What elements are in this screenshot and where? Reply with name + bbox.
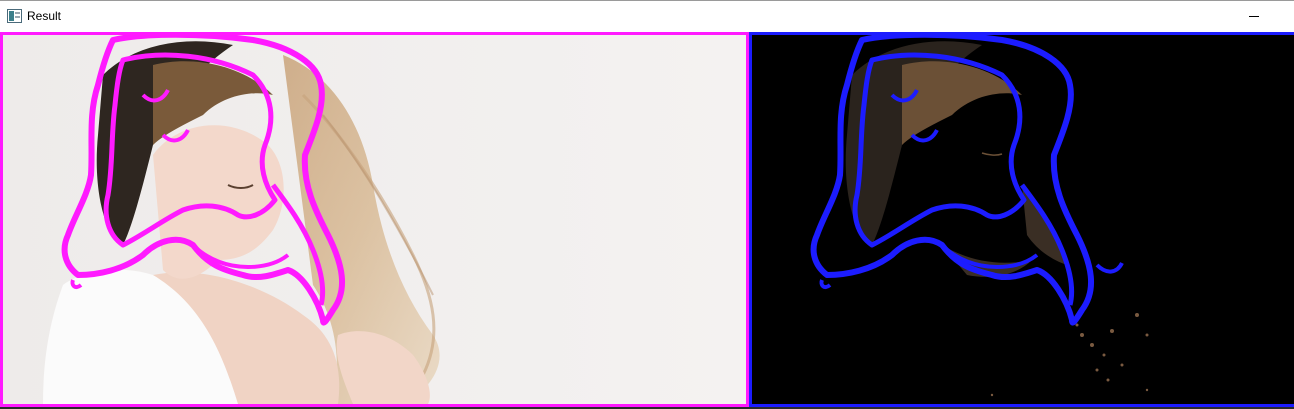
result-image xyxy=(752,35,1294,404)
minimize-icon xyxy=(1249,16,1259,17)
title-bar[interactable]: Result xyxy=(0,0,1294,32)
window-title: Result xyxy=(27,9,62,23)
image-display-area xyxy=(0,32,1294,409)
app-icon xyxy=(7,9,22,23)
result-window: Result xyxy=(0,0,1294,409)
result-image-panel xyxy=(749,32,1294,407)
minimize-button[interactable] xyxy=(1231,2,1277,31)
original-image-panel xyxy=(0,32,749,407)
original-image xyxy=(3,35,746,404)
